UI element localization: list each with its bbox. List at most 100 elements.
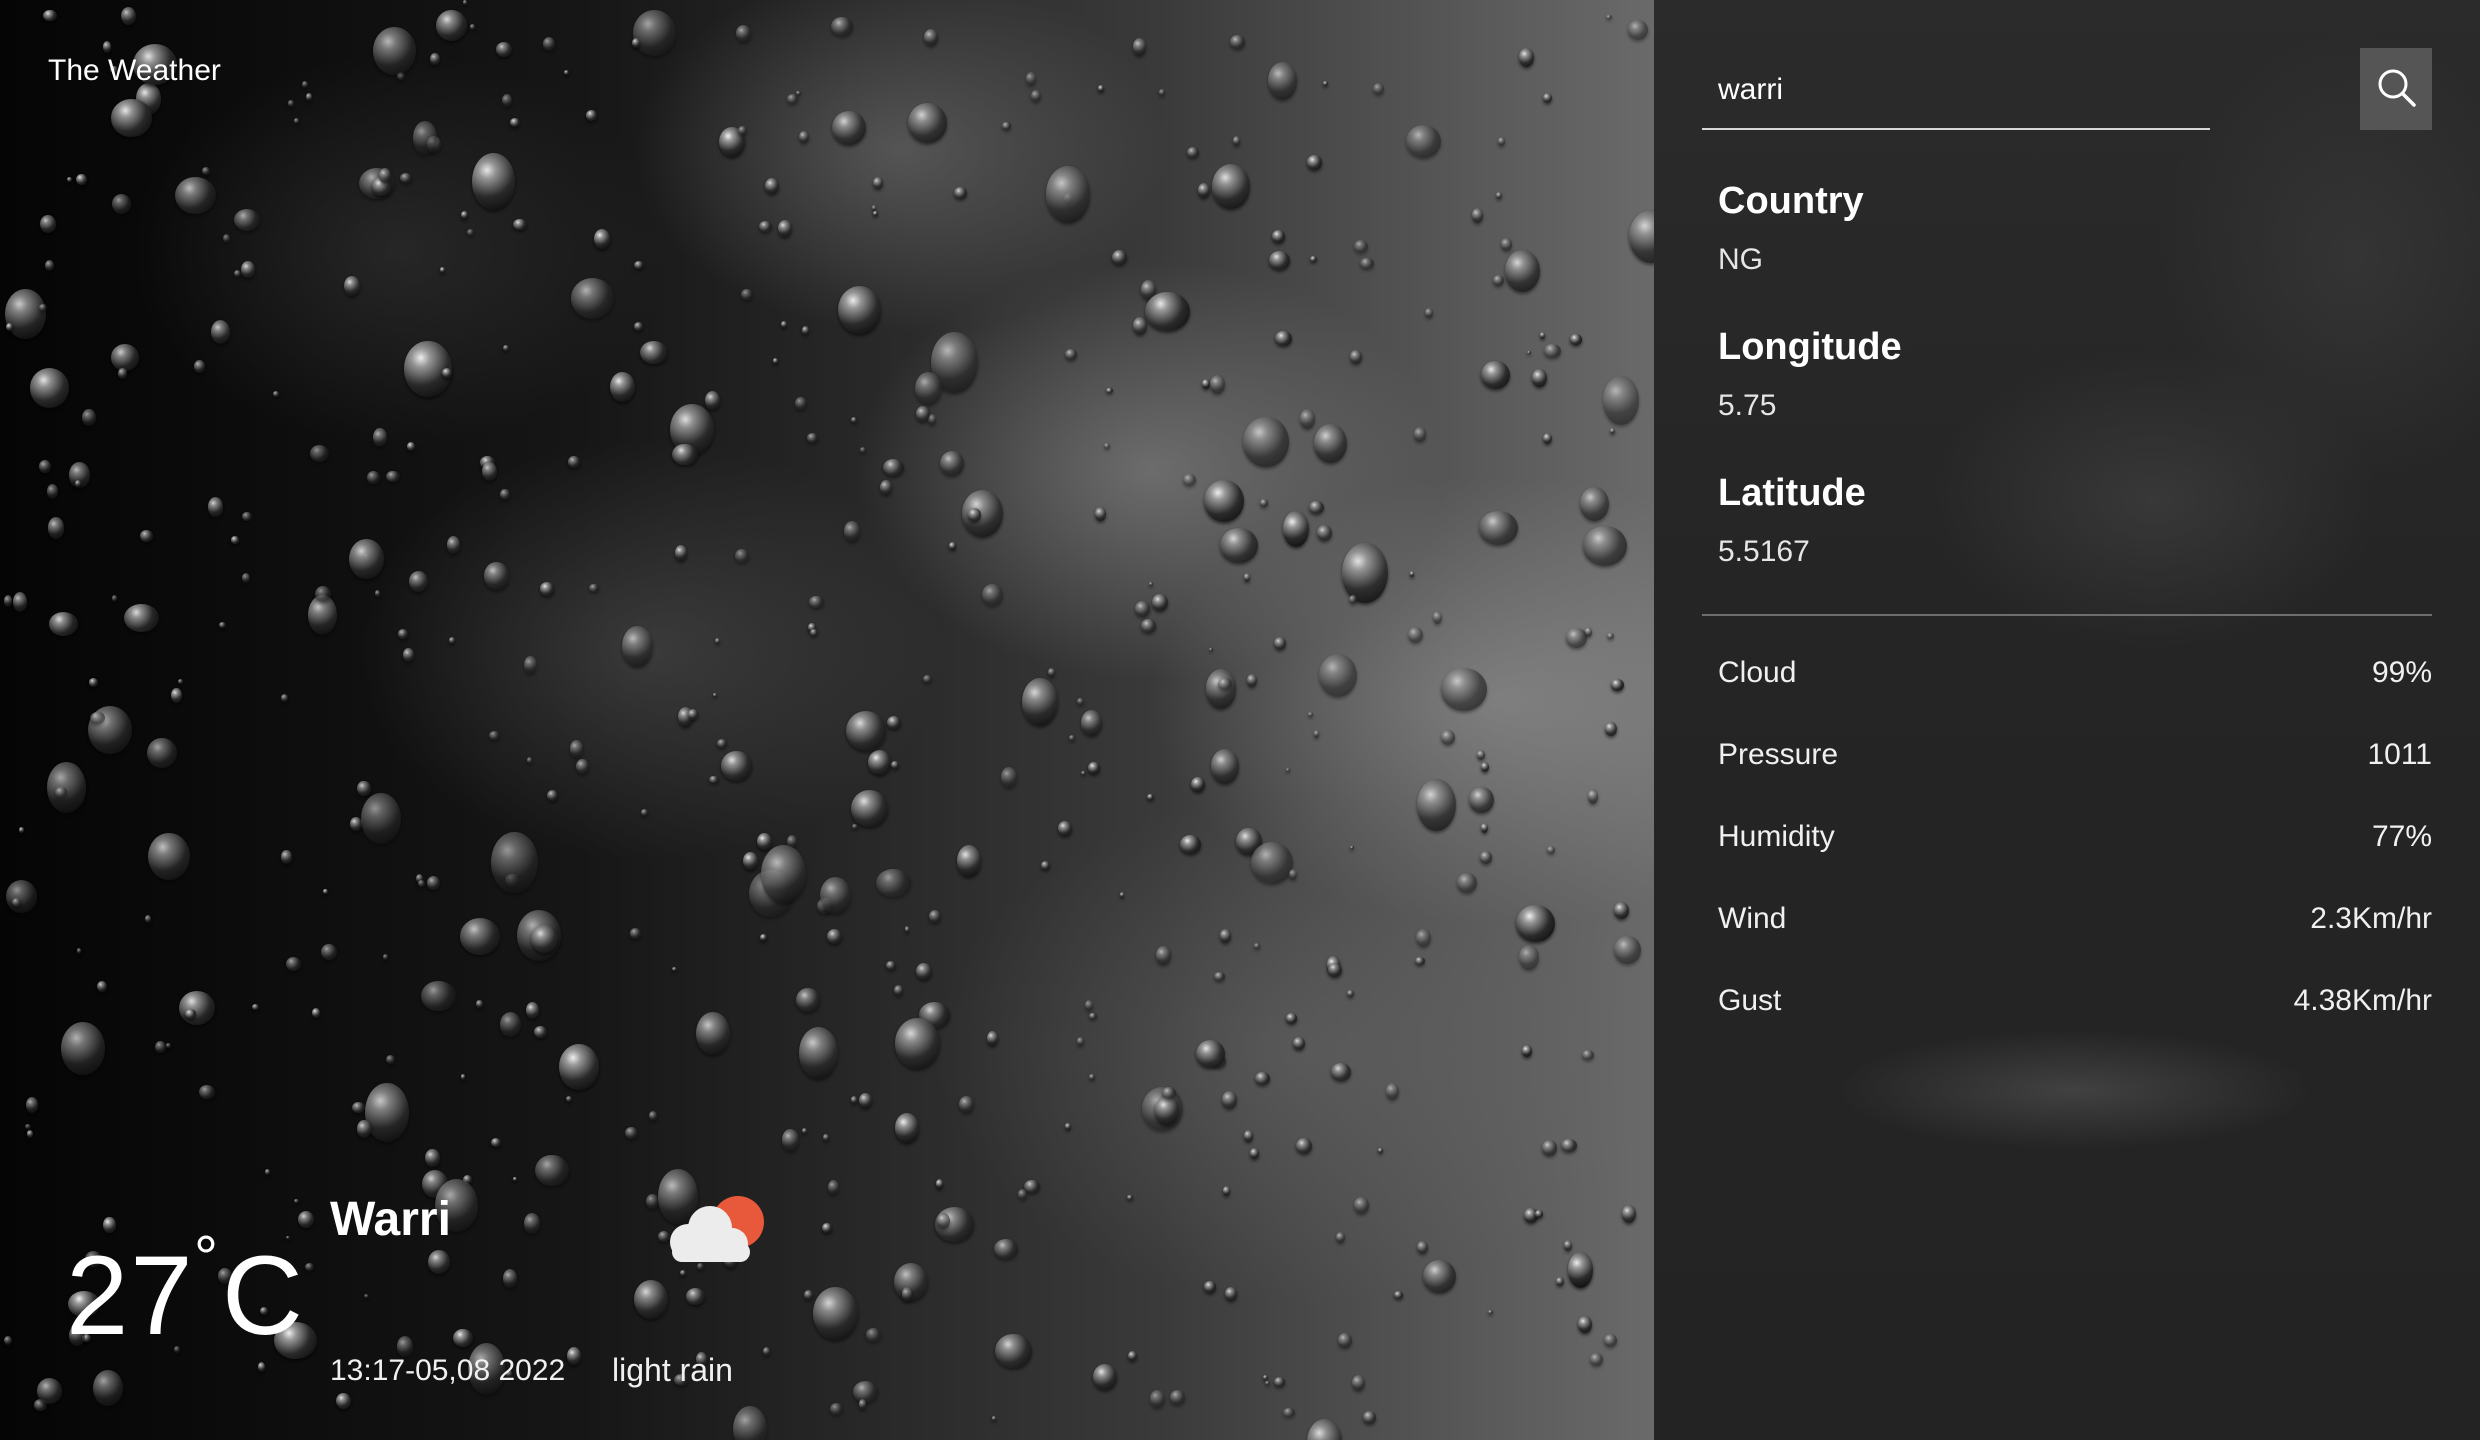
longitude-heading: Longitude xyxy=(1718,326,1902,368)
rain-drop xyxy=(241,260,255,278)
rain-drop xyxy=(76,948,82,954)
rain-drop xyxy=(778,220,793,238)
rain-drop xyxy=(194,360,205,373)
rain-drop xyxy=(1314,424,1347,464)
rain-drop xyxy=(1212,164,1251,210)
rain-drop xyxy=(1255,1071,1270,1085)
rain-drop xyxy=(1410,571,1415,577)
rain-drop xyxy=(526,1001,540,1019)
rain-drop xyxy=(201,167,210,176)
rain-drop xyxy=(170,688,182,703)
rain-drop xyxy=(826,928,842,944)
rain-drop xyxy=(1471,208,1484,224)
rain-drop xyxy=(543,37,556,51)
rain-drop xyxy=(1603,375,1639,426)
rain-drop xyxy=(1081,709,1103,737)
rain-drop xyxy=(365,1083,409,1143)
search-input[interactable] xyxy=(1718,60,2198,120)
rain-drop xyxy=(685,1287,706,1305)
rain-drop xyxy=(799,1027,839,1079)
rain-drop xyxy=(264,1168,270,1175)
rain-drop xyxy=(894,1018,941,1070)
search-button[interactable] xyxy=(2360,48,2432,130)
rain-drop xyxy=(1017,1189,1027,1200)
degree-symbol: ° xyxy=(194,1224,220,1291)
rain-drop xyxy=(1351,1374,1365,1392)
rain-drop xyxy=(111,595,117,602)
rain-drop xyxy=(1285,1012,1298,1024)
rain-drop xyxy=(1521,1045,1533,1058)
rain-drop xyxy=(285,957,301,971)
rain-drop xyxy=(1603,1333,1618,1347)
detail-label: Humidity xyxy=(1718,820,1835,853)
detail-label: Cloud xyxy=(1718,656,1797,689)
rain-drop xyxy=(1031,90,1042,103)
rain-drop xyxy=(1476,749,1486,760)
rain-drop xyxy=(1372,82,1385,96)
rain-drop xyxy=(111,194,131,214)
rain-drop xyxy=(844,521,860,543)
rain-drop xyxy=(714,638,721,644)
rain-drop xyxy=(958,1096,974,1113)
rain-drop xyxy=(1283,510,1310,548)
rain-drop xyxy=(717,739,728,748)
rain-drop xyxy=(735,25,751,42)
rain-drop xyxy=(1222,1091,1238,1110)
rain-drop xyxy=(568,455,580,468)
latitude-heading: Latitude xyxy=(1718,472,1866,514)
rain-drop xyxy=(349,817,362,832)
rain-drop xyxy=(735,548,749,564)
rain-drop xyxy=(1611,678,1624,691)
rain-drop xyxy=(1519,944,1540,971)
rain-drop xyxy=(1582,526,1627,566)
rain-drop xyxy=(1585,627,1593,637)
rain-drop xyxy=(1621,1204,1636,1224)
rain-drop xyxy=(1495,192,1503,199)
rain-drop xyxy=(1386,1083,1400,1101)
rain-drop xyxy=(1348,594,1358,605)
rain-drop xyxy=(1092,1364,1118,1391)
rain-drop xyxy=(1213,972,1225,982)
rain-drop xyxy=(1229,35,1245,49)
rain-drop xyxy=(1144,291,1190,332)
rain-drop xyxy=(1186,146,1200,158)
detail-value: 1011 xyxy=(2367,738,2432,771)
rain-drop xyxy=(1354,1197,1369,1214)
rain-drop xyxy=(1587,789,1598,804)
rain-drop xyxy=(1606,14,1613,20)
rain-drop xyxy=(222,233,231,244)
rain-drop xyxy=(425,1148,440,1167)
rain-drop xyxy=(634,261,645,270)
rain-drop xyxy=(688,709,699,721)
rain-drop xyxy=(1441,668,1487,712)
rain-drop xyxy=(82,409,96,427)
rain-drop xyxy=(386,470,400,482)
rain-drop xyxy=(1267,61,1298,100)
rain-drop xyxy=(184,1009,197,1019)
rain-drop xyxy=(915,405,930,423)
rain-drop xyxy=(904,926,910,934)
rain-drop xyxy=(383,954,389,960)
rain-drop xyxy=(1346,989,1355,998)
rain-drop xyxy=(802,326,809,335)
rain-drop xyxy=(1480,823,1488,834)
rain-drop xyxy=(178,990,215,1026)
rain-drop xyxy=(166,1043,171,1048)
rain-drop xyxy=(470,24,475,30)
rain-drop xyxy=(1204,479,1245,523)
detail-label: Wind xyxy=(1718,902,1787,935)
rain-drop xyxy=(499,1011,521,1038)
rain-drop xyxy=(502,1268,518,1288)
rain-drop xyxy=(234,208,261,231)
rain-drop xyxy=(954,187,967,200)
rain-drop xyxy=(460,1074,466,1080)
rain-drop xyxy=(709,776,719,784)
rain-drop xyxy=(93,1369,123,1407)
country-section: Country NG xyxy=(1718,180,1864,277)
date-time: 13:17-05,08 2022 xyxy=(330,1354,566,1387)
rain-drop xyxy=(1338,1332,1352,1349)
rain-drop xyxy=(1331,1063,1351,1082)
rain-drop xyxy=(403,647,414,662)
temperature-value: 27 xyxy=(66,1233,195,1358)
rain-drop xyxy=(1359,257,1374,270)
